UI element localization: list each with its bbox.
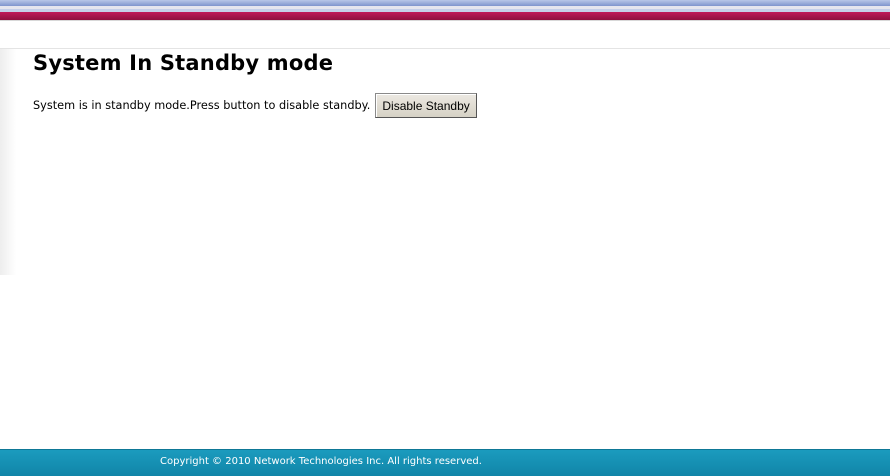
left-edge-shade	[0, 49, 16, 275]
standby-message-row: System is in standby mode.Press button t…	[33, 93, 477, 118]
footer: Copyright © 2010 Network Technologies In…	[0, 449, 890, 476]
disable-standby-button[interactable]: Disable Standby	[375, 93, 477, 118]
page-title: System In Standby mode	[33, 51, 334, 75]
header-bottom-line	[0, 20, 890, 21]
copyright-text: Copyright © 2010 Network Technologies In…	[160, 456, 482, 467]
header-red-stripe	[0, 12, 890, 20]
standby-message: System is in standby mode.Press button t…	[33, 99, 371, 112]
header-divider	[0, 48, 890, 49]
header-banner	[0, 0, 890, 22]
